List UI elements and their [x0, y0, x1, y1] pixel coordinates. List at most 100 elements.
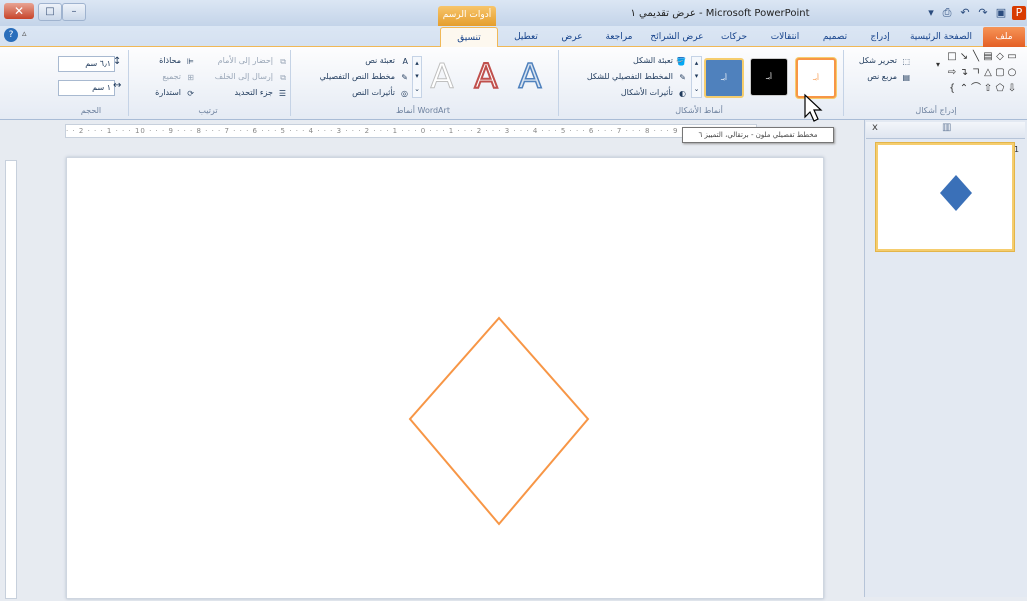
- shape-height-field[interactable]: ٦٫١ سم: [58, 56, 115, 72]
- shape-styles-group-label: أنماط الأشكال: [675, 106, 723, 115]
- textbox-shape-icon[interactable]: ▤: [983, 52, 993, 62]
- horizontal-ruler: · · 2 · · · 1 · · · 10 · · · 9 · · · 8 ·…: [65, 124, 757, 138]
- wordart-group-label: أنماط WordArt: [396, 106, 450, 115]
- text-effects-label: تأثيرات النص: [352, 88, 395, 97]
- title-bar: [0, 0, 1027, 26]
- print-preview-icon[interactable]: ⎙: [940, 6, 954, 20]
- redo-icon[interactable]: ↷: [976, 6, 990, 20]
- tab-format[interactable]: تنسيق: [440, 27, 498, 48]
- rotate-button[interactable]: استدارة ⟳: [132, 86, 194, 100]
- shapes-gallery[interactable]: ▭ ◇ ▤ ╲ ↘ □ ○ ▢ △ ㄱ ↴ ⇨ ⇩ ⬠ ⇧ ⌒ ⌃ { ▾: [915, 52, 1023, 100]
- group-icon: ⊞: [187, 73, 194, 82]
- tab-review[interactable]: مراجعة: [596, 28, 642, 46]
- up-arrow-shape-icon[interactable]: ⇧: [983, 84, 993, 94]
- help-icon[interactable]: ?: [4, 28, 18, 42]
- shape-outline-button[interactable]: المخطط التفصيلي للشكل ✎: [566, 70, 686, 84]
- elbow-connector-shape-icon[interactable]: ㄱ: [971, 68, 981, 78]
- group-button[interactable]: تجميع ⊞: [132, 70, 194, 84]
- text-fill-label: تعبئة نص: [365, 56, 395, 65]
- slide-thumbnail[interactable]: [876, 143, 1014, 251]
- save-icon[interactable]: ▣: [994, 6, 1008, 20]
- diamond-shape[interactable]: [408, 316, 590, 526]
- minimize-ribbon-icon[interactable]: ▵: [22, 29, 27, 39]
- shape-effects-label: تأثيرات الأشكال: [620, 88, 673, 97]
- shape-effects-button[interactable]: تأثيرات الأشكال ◐: [586, 86, 686, 100]
- close-pane-icon[interactable]: x: [872, 122, 878, 133]
- oval-shape-icon[interactable]: ◇: [995, 52, 1005, 62]
- height-icon: ↕: [113, 56, 122, 67]
- send-backward-button[interactable]: إرسال إلى الخلف ⧉: [196, 70, 286, 84]
- undo-icon[interactable]: ↶: [958, 6, 972, 20]
- align-button[interactable]: محاذاة ⊫: [132, 54, 194, 68]
- wordart-style-plain[interactable]: A: [424, 57, 460, 98]
- size-group-label: الحجم: [80, 106, 102, 115]
- style-swatch-black[interactable]: أبـ: [750, 58, 788, 96]
- send-backward-label: إرسال إلى الخلف: [214, 72, 273, 81]
- bring-forward-label: إحضار إلى الأمام: [217, 56, 273, 65]
- oval-outline-shape-icon[interactable]: ○: [1007, 68, 1017, 78]
- edit-shape-label: تحرير شكل: [858, 56, 897, 65]
- close-window-button[interactable]: ✕: [4, 3, 34, 19]
- text-effects-button[interactable]: تأثيرات النص ◎: [318, 86, 408, 100]
- wordart-style-red-outline[interactable]: A: [468, 56, 504, 98]
- bracket-shape-icon[interactable]: {: [947, 84, 957, 94]
- rounded-rect-shape-icon[interactable]: ▢: [995, 68, 1005, 78]
- style-tooltip: مخطط تفصيلي ملون - برتقالي، التمييز ٦: [682, 127, 834, 143]
- edit-shape-icon: ⬚: [902, 57, 910, 66]
- thumbnail-diamond: [940, 175, 972, 211]
- text-box-button[interactable]: مربع نص ▤: [848, 70, 910, 84]
- tab-addins[interactable]: تعطيل: [504, 28, 548, 46]
- tab-animations[interactable]: حركات: [712, 28, 756, 46]
- gallery-more-icon[interactable]: ▾: [933, 60, 943, 70]
- rectangle-shape-icon[interactable]: ▭: [1007, 52, 1017, 62]
- right-arrow-shape-icon[interactable]: ⇨: [947, 68, 957, 78]
- tab-insert[interactable]: إدراج: [860, 28, 900, 46]
- rotate-icon: ⟳: [187, 89, 194, 98]
- rect-outline-shape-icon[interactable]: □: [947, 52, 957, 62]
- curve-shape-icon[interactable]: ⌒: [971, 84, 981, 94]
- slide-canvas[interactable]: [66, 157, 824, 599]
- rotate-label: استدارة: [155, 88, 181, 97]
- pentagon-shape-icon[interactable]: ⬠: [995, 84, 1005, 94]
- style-swatch-blue[interactable]: أبـ: [704, 58, 744, 98]
- paint-bucket-icon: 🪣: [676, 57, 686, 66]
- triangle-shape-icon[interactable]: △: [983, 68, 993, 78]
- restore-window-button[interactable]: □: [38, 3, 62, 21]
- tab-slideshow[interactable]: عرض الشرائح: [646, 28, 708, 46]
- outline-tab-icon[interactable]: ▥: [942, 122, 951, 133]
- minimize-window-button[interactable]: –: [62, 3, 86, 21]
- shape-fill-button[interactable]: تعبئة الشكل 🪣: [586, 54, 686, 68]
- selection-pane-icon: ☰: [278, 89, 286, 98]
- send-backward-icon: ⧉: [280, 73, 286, 82]
- tab-view[interactable]: عرض: [552, 28, 592, 46]
- text-effects-icon: ◎: [401, 89, 408, 98]
- text-outline-label: مخطط النص التفصيلي: [319, 72, 395, 81]
- tab-home[interactable]: الصفحة الرئيسية: [905, 28, 977, 46]
- text-outline-button[interactable]: مخطط النص التفصيلي ✎: [298, 70, 408, 84]
- style-gallery-scroll[interactable]: ▴ ▾ ⌄: [691, 56, 702, 98]
- shape-outline-label: المخطط التفصيلي للشكل: [586, 72, 673, 81]
- app-title: عرض تقديمي ١ - Microsoft PowerPoint: [630, 8, 810, 19]
- arrow-line-shape-icon[interactable]: ↘: [959, 52, 969, 62]
- selection-pane-button[interactable]: جزء التحديد ☰: [206, 86, 286, 100]
- line-shape-icon[interactable]: ╲: [971, 52, 981, 62]
- edit-shape-button[interactable]: تحرير شكل ⬚: [848, 54, 910, 68]
- down-arrow-shape-icon[interactable]: ⇩: [1007, 84, 1017, 94]
- wordart-style-blue-outline[interactable]: A: [512, 56, 548, 98]
- style-swatch-orange-outline[interactable]: أبـ: [796, 58, 836, 98]
- customize-qat-icon[interactable]: ▾: [924, 6, 938, 20]
- tab-design[interactable]: تصميم: [815, 28, 855, 46]
- effects-icon: ◐: [679, 89, 686, 98]
- group-divider: [558, 50, 559, 116]
- shape-width-field[interactable]: ١ سم: [58, 80, 115, 96]
- text-fill-button[interactable]: تعبئة نص A: [318, 54, 408, 68]
- tab-file[interactable]: ملف: [983, 27, 1025, 47]
- bring-forward-button[interactable]: إحضار إلى الأمام ⧉: [196, 54, 286, 68]
- arc-shape-icon[interactable]: ⌃: [959, 84, 969, 94]
- powerpoint-logo-icon: P: [1012, 6, 1026, 20]
- elbow-arrow-shape-icon[interactable]: ↴: [959, 68, 969, 78]
- wordart-gallery-scroll[interactable]: ▴ ▾ ⌄: [412, 56, 422, 98]
- width-icon: ↔: [113, 80, 122, 91]
- shape-fill-label: تعبئة الشكل: [632, 56, 673, 65]
- tab-transitions[interactable]: انتقالات: [760, 28, 810, 46]
